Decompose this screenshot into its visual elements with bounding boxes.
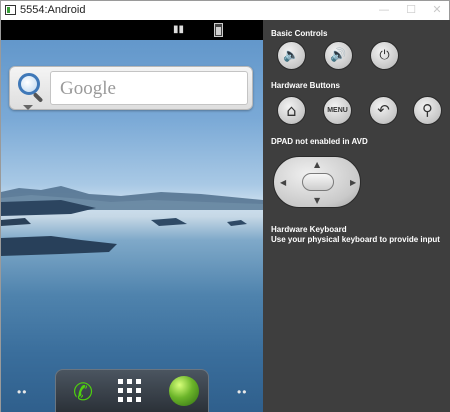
phone-icon[interactable]: ✆: [68, 377, 98, 407]
search-input[interactable]: Google: [50, 71, 248, 105]
dpad-right-icon: ▶: [350, 178, 357, 187]
hardware-keyboard-info: Hardware Keyboard Use your physical keyb…: [271, 225, 440, 245]
browser-icon[interactable]: [169, 376, 199, 406]
magnifier-icon: [18, 73, 40, 95]
battery-icon: [214, 23, 223, 37]
emulator-window: 5554:Android — ☐ ✕ ▮▮ Google •• •• ✆ Bas…: [0, 0, 450, 412]
hardware-keyboard-hint: Use your physical keyboard to provide in…: [271, 235, 440, 244]
dpad-down-icon: ▼: [314, 196, 321, 205]
power-button[interactable]: ⏻: [370, 41, 399, 70]
emulator-app-icon: [5, 5, 16, 15]
app-drawer-icon[interactable]: [118, 379, 142, 403]
minimize-button[interactable]: —: [376, 3, 392, 17]
device-screen[interactable]: ▮▮ Google •• •• ✆: [1, 20, 263, 412]
search-button[interactable]: ⚲: [413, 96, 442, 125]
close-button[interactable]: ✕: [429, 3, 445, 17]
status-bar: ▮▮: [1, 20, 263, 40]
search-placeholder: Google: [60, 78, 116, 99]
chevron-down-icon: [23, 105, 33, 110]
menu-button[interactable]: MENU: [323, 96, 352, 125]
window-title: 5554:Android: [20, 4, 86, 16]
hardware-keyboard-title: Hardware Keyboard: [271, 225, 347, 234]
back-button[interactable]: ↶: [369, 96, 398, 125]
search-engine-selector[interactable]: [14, 71, 48, 110]
controls-panel: Basic Controls 🔈 🔊 ⏻ Hardware Buttons ⌂ …: [263, 20, 450, 412]
dpad-title: DPAD not enabled in AVD: [271, 137, 368, 146]
google-search-widget[interactable]: Google: [9, 66, 253, 110]
wallpaper-rocks: [1, 200, 247, 256]
volume-up-button[interactable]: 🔊: [324, 41, 353, 70]
title-bar: 5554:Android — ☐ ✕: [1, 1, 449, 20]
volume-down-button[interactable]: 🔈: [277, 41, 306, 70]
dpad-center: [302, 173, 334, 191]
dpad-up-icon: ▲: [314, 160, 321, 169]
page-indicator-right[interactable]: ••: [237, 385, 247, 399]
dpad: ▲ ▼ ◀ ▶: [273, 156, 361, 208]
home-button[interactable]: ⌂: [277, 96, 306, 125]
dock: ✆: [55, 369, 209, 412]
signal-icon: ▮▮: [173, 24, 185, 35]
page-indicator-left[interactable]: ••: [17, 385, 27, 399]
hardware-buttons-title: Hardware Buttons: [271, 81, 340, 90]
maximize-button[interactable]: ☐: [403, 3, 419, 17]
basic-controls-title: Basic Controls: [271, 29, 328, 38]
dpad-left-icon: ◀: [280, 178, 287, 187]
